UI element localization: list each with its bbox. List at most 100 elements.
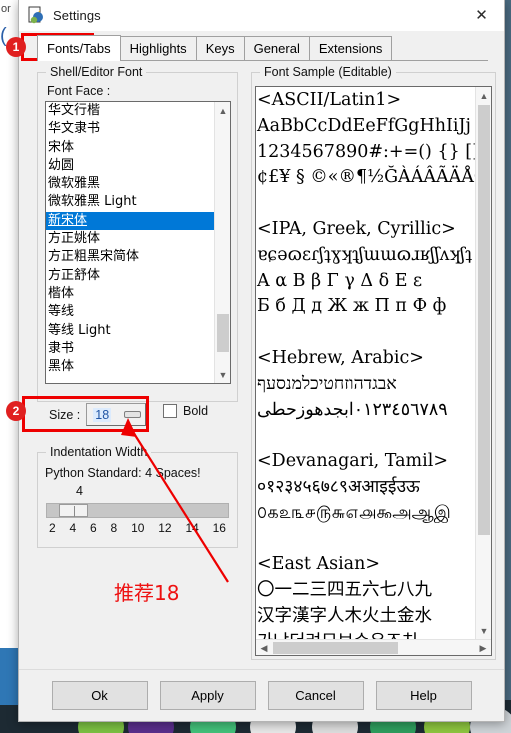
close-icon[interactable]: ✕ xyxy=(459,0,504,31)
help-button[interactable]: Help xyxy=(375,681,472,710)
font-list-item[interactable]: 方正姚体 xyxy=(46,230,214,248)
font-list-item-label: 方正舒体 xyxy=(48,267,101,283)
font-sample-vscrollbar[interactable]: ▲ ▼ xyxy=(475,87,491,639)
indentation-slider-ticks: 2 4 6 8 10 12 14 16 xyxy=(46,521,229,535)
font-sample-line: 1234567890#:+=() {} [] xyxy=(257,141,475,162)
scrollbar-thumb[interactable] xyxy=(478,105,490,535)
slider-tick-label: 10 xyxy=(131,521,145,535)
bold-checkbox[interactable] xyxy=(163,404,177,418)
slider-thumb[interactable] xyxy=(59,504,88,517)
font-list-item-label: 隶书 xyxy=(48,340,75,356)
font-sample-editor[interactable]: <ASCII/Latin1> AaBbCcDdEeFfGgHhIiJj 123456… xyxy=(255,86,492,656)
chevron-down-icon[interactable]: ▼ xyxy=(215,366,231,383)
chevron-left-icon[interactable]: ◀ xyxy=(256,640,272,656)
font-list-item-label: 等线 xyxy=(48,304,75,320)
bold-checkbox-row[interactable]: Bold xyxy=(163,404,208,418)
indentation-value: 4 xyxy=(76,484,83,498)
font-list-item[interactable]: 楷体 xyxy=(46,285,214,303)
font-size-combobox[interactable]: 18 xyxy=(86,403,147,426)
font-list-item[interactable]: 幼圆 xyxy=(46,157,214,175)
font-sample-line: <ASCII/Latin1> xyxy=(257,90,402,110)
dialog-button-bar: Ok Apply Cancel Help xyxy=(19,669,504,721)
bold-label: Bold xyxy=(183,404,209,418)
indentation-note: Python Standard: 4 Spaces! xyxy=(45,466,201,480)
font-list-item-label: 微软雅黑 xyxy=(48,176,101,192)
font-sample-line: ɐɕəɷɛɾʃʇɣʞʇʃɯɯɷɹʁʃʃʌʞʃʇ xyxy=(257,244,472,265)
font-sample-line: Б б Д д Ж ж П п Ф ф xyxy=(257,296,447,317)
font-list-item[interactable]: 等线 Light xyxy=(46,322,214,340)
font-sample-line xyxy=(257,423,475,449)
font-list-item[interactable]: 新宋体 xyxy=(46,211,214,231)
font-sample-line: <Hebrew, Arabic> xyxy=(257,347,424,368)
tab-strip: Fonts/Tabs Highlights Keys General Exten… xyxy=(37,35,488,61)
chevron-down-icon[interactable]: ▼ xyxy=(476,622,492,639)
font-sample-line: AaBbCcDdEeFfGgHhIiJj xyxy=(257,115,471,136)
font-sample-line: אבגדהוזחטיכלמנסעף xyxy=(257,373,397,394)
font-list-item-label: 宋体 xyxy=(48,139,75,155)
group-title-indentation: Indentation Width xyxy=(46,445,152,459)
font-list-item[interactable]: 微软雅黑 Light xyxy=(46,193,214,211)
font-list-item[interactable]: 隶书 xyxy=(46,340,214,358)
background-window-text: or xyxy=(1,3,11,15)
group-title-font: Shell/Editor Font xyxy=(46,65,147,79)
tab-label: Keys xyxy=(205,41,235,56)
font-sample-line xyxy=(257,527,475,553)
size-label: Size : xyxy=(49,407,81,422)
scrollbar-thumb[interactable] xyxy=(217,314,229,352)
settings-app-icon xyxy=(28,6,46,24)
font-size-value: 18 xyxy=(93,407,112,422)
font-list-item[interactable]: 黑体 xyxy=(46,358,214,376)
title-bar[interactable]: Settings ✕ xyxy=(19,0,504,31)
ok-button[interactable]: Ok xyxy=(51,681,148,710)
annotation-badge-1: 1 xyxy=(6,37,26,57)
font-list-item[interactable]: 宋体 xyxy=(46,139,214,157)
tab-general[interactable]: General xyxy=(243,36,310,60)
chevron-down-icon[interactable] xyxy=(124,411,142,418)
font-list-item[interactable]: 方正粗黑宋简体 xyxy=(46,248,214,266)
font-sample-line: <Devanagari, Tamil> xyxy=(257,451,448,472)
font-list-item[interactable]: 方正舒体 xyxy=(46,267,214,285)
font-sample-line: 가냐더려모뵤수유즈치 xyxy=(257,630,475,639)
font-list-item[interactable]: 等线 xyxy=(46,303,214,321)
font-sample-line: ٠١٢٣٤٥٦٧٨٩ابجدهوزحطى xyxy=(257,399,448,420)
font-sample-line: Α α Β β Γ γ Δ δ Ε ε xyxy=(257,270,423,291)
font-list-item-label: 方正姚体 xyxy=(48,231,101,247)
slider-tick-label: 6 xyxy=(90,521,97,535)
font-sample-line: <IPA, Greek, Cyrillic> xyxy=(257,218,456,239)
tab-highlights[interactable]: Highlights xyxy=(119,36,197,60)
font-list-item[interactable]: 华文隶书 xyxy=(46,120,214,138)
font-sample-line: 〇一二三四五六七八九 xyxy=(257,580,432,601)
chevron-right-icon[interactable]: ▶ xyxy=(475,640,491,656)
tab-label: General xyxy=(253,41,300,56)
font-size-row: Size : 18 xyxy=(49,403,147,426)
font-sample-text[interactable]: <ASCII/Latin1> AaBbCcDdEeFfGgHhIiJj 123456… xyxy=(256,87,475,639)
tab-keys[interactable]: Keys xyxy=(195,36,245,60)
tab-extensions[interactable]: Extensions xyxy=(308,36,393,60)
font-sample-line: 汉字漢字人木火土金水 xyxy=(257,605,432,626)
indentation-slider[interactable] xyxy=(46,503,229,518)
font-list-item-label: 华文行楷 xyxy=(48,103,101,118)
cancel-button[interactable]: Cancel xyxy=(267,681,364,710)
chevron-up-icon[interactable]: ▲ xyxy=(215,102,231,119)
scrollbar-thumb[interactable] xyxy=(273,642,398,654)
tab-label: Fonts/Tabs xyxy=(47,41,111,56)
font-list-item-label: 幼圆 xyxy=(48,157,75,173)
font-list-item-label: 新宋体 xyxy=(48,212,88,228)
font-list-item-label: 微软雅黑 Light xyxy=(48,194,137,210)
slider-tick-label: 4 xyxy=(69,521,77,535)
slider-tick-label: 12 xyxy=(158,521,172,535)
apply-button[interactable]: Apply xyxy=(159,681,256,710)
annotation-badge-2: 2 xyxy=(6,401,26,421)
font-list-item[interactable]: 华文行楷 xyxy=(46,102,214,120)
tab-fonts-tabs[interactable]: Fonts/Tabs xyxy=(37,35,121,61)
font-face-listbox[interactable]: 华文行楷华文隶书 宋体幼圆微软雅黑微软雅黑 Light 新宋体方正姚体 方正粗黑宋简体… xyxy=(45,101,231,384)
font-face-list[interactable]: 华文行楷华文隶书 宋体幼圆微软雅黑微软雅黑 Light 新宋体方正姚体 方正粗黑宋简体… xyxy=(46,102,214,383)
font-list-scrollbar[interactable]: ▲ ▼ xyxy=(214,102,230,383)
font-sample-hscrollbar[interactable]: ◀ ▶ xyxy=(256,639,491,655)
annotation-note-text: 推荐18 xyxy=(114,581,180,605)
chevron-up-icon[interactable]: ▲ xyxy=(476,87,492,104)
slider-thumb-line xyxy=(74,506,75,517)
font-sample-line: ¢£¥ § ©«®¶½ĞÀÁÂÃÄÅÇÐÈ xyxy=(257,167,475,188)
font-list-item[interactable]: 微软雅黑 xyxy=(46,175,214,193)
window-title: Settings xyxy=(53,7,101,23)
